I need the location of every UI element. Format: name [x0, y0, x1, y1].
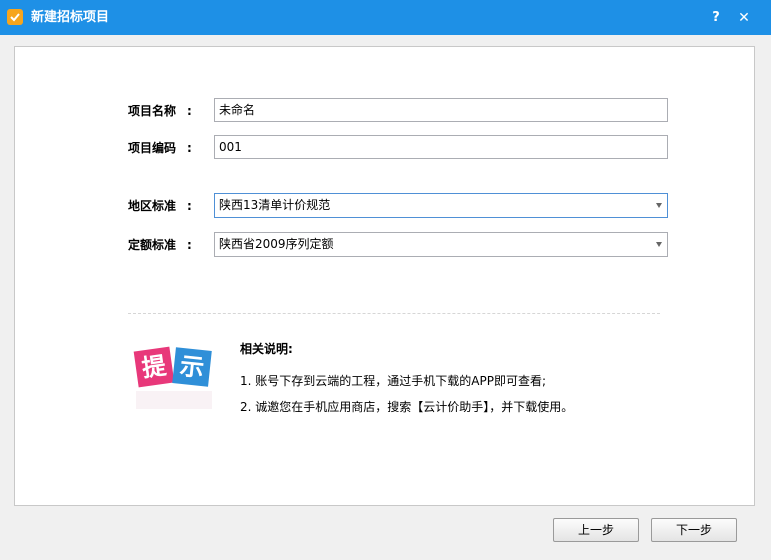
project-name-input[interactable]: 未命名	[214, 98, 668, 122]
prev-step-button[interactable]: 上一步	[553, 518, 639, 542]
region-standard-colon: :	[187, 199, 192, 213]
app-logo-icon	[7, 9, 23, 25]
help-button[interactable]: ?	[706, 8, 726, 28]
region-standard-value: 陕西13清单计价规范	[219, 198, 331, 212]
dropdown-arrow-icon[interactable]	[656, 203, 662, 208]
next-step-button[interactable]: 下一步	[651, 518, 737, 542]
quota-standard-value: 陕西省2009序列定额	[219, 237, 334, 251]
tip-item-1: 1. 账号下存到云端的工程，通过手机下载的APP即可查看;	[240, 374, 546, 388]
tip-badge-icon: 提 示	[133, 346, 212, 409]
quota-standard-select[interactable]: 陕西省2009序列定额	[214, 232, 668, 257]
quota-standard-colon: :	[187, 238, 192, 252]
tip-char-1: 提	[140, 351, 169, 382]
tip-item-2: 2. 诚邀您在手机应用商店，搜索【云计价助手】，并下载使用。	[240, 400, 574, 414]
quota-standard-label: 定额标准	[128, 238, 177, 252]
project-code-label: 项目编码	[128, 141, 177, 155]
region-standard-select[interactable]: 陕西13清单计价规范	[214, 193, 668, 218]
close-button[interactable]: ✕	[734, 8, 754, 28]
tip-heading: 相关说明:	[240, 342, 293, 356]
title-bar: 新建招标项目 ? ✕	[0, 0, 771, 35]
project-code-colon: :	[187, 141, 192, 155]
region-standard-label: 地区标准	[128, 199, 177, 213]
window-title: 新建招标项目	[31, 10, 110, 25]
divider	[128, 313, 660, 314]
dropdown-arrow-icon[interactable]	[656, 242, 662, 247]
project-name-label: 项目名称	[128, 104, 177, 118]
project-name-colon: :	[187, 104, 192, 118]
content-panel: 项目名称 : 未命名 项目编码 : 001 地区标准 : 陕西13清单计价规范 …	[14, 46, 755, 506]
project-code-input[interactable]: 001	[214, 135, 668, 159]
tip-char-2: 示	[179, 352, 206, 382]
